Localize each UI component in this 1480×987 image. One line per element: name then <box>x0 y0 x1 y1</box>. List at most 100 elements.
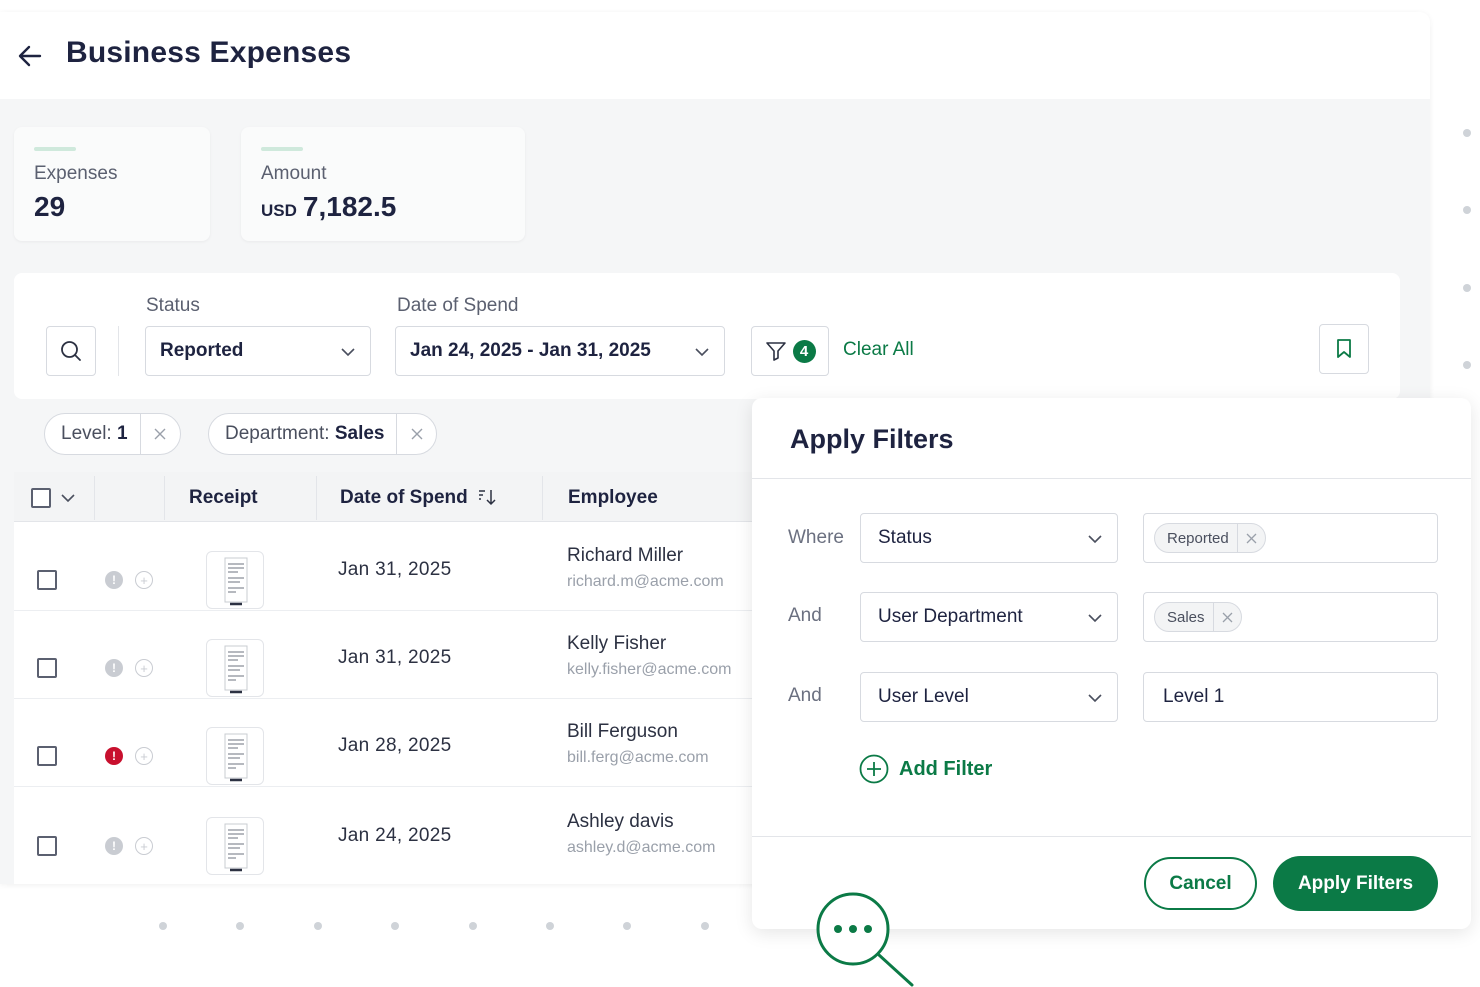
warning-icon: ! <box>105 659 123 677</box>
active-filter-count-badge: 4 <box>792 339 816 363</box>
row-checkbox[interactable] <box>37 836 57 856</box>
employee-email: kelly.fisher@acme.com <box>567 661 732 678</box>
date-of-spend: Jan 24, 2025 <box>338 825 452 846</box>
bg-dot <box>159 922 167 930</box>
condition-value-field[interactable]: Sales <box>1143 592 1438 642</box>
chevron-down-icon[interactable] <box>60 490 76 506</box>
select-all-checkbox[interactable] <box>31 488 51 508</box>
employee-name: Ashley davis <box>567 811 674 832</box>
apply-filters-dialog: Apply Filters Where Status Reported And … <box>752 398 1471 929</box>
add-circle-icon[interactable]: + <box>135 659 153 677</box>
bg-dot <box>623 922 631 930</box>
status-select[interactable]: Reported <box>145 326 371 376</box>
chip-text: Department: Sales <box>209 423 396 445</box>
warning-icon: ! <box>105 571 123 589</box>
employee-email: richard.m@acme.com <box>567 573 724 590</box>
remove-tag-button[interactable] <box>1236 524 1265 552</box>
chevron-down-icon <box>1088 694 1102 703</box>
close-icon <box>1246 533 1257 543</box>
stat-label: Amount <box>261 163 327 184</box>
cancel-button[interactable]: Cancel <box>1144 857 1257 910</box>
condition-value-field[interactable]: Level 1 <box>1143 672 1438 722</box>
search-icon <box>61 341 81 361</box>
chip-key: Department: <box>225 423 330 444</box>
date-of-spend: Jan 31, 2025 <box>338 559 452 580</box>
chip-key: Level: <box>61 423 112 444</box>
amount-value: 7,182.5 <box>302 191 397 222</box>
apply-filters-button[interactable]: Apply Filters <box>1273 856 1438 911</box>
field-select-value: User Department <box>878 606 1023 627</box>
column-header-employee: Employee <box>568 487 658 508</box>
clear-all-link[interactable]: Clear All <box>843 339 914 361</box>
condition-field-select[interactable]: Status <box>860 513 1118 563</box>
page-title: Business Expenses <box>66 36 352 69</box>
status-select-value: Reported <box>160 340 244 361</box>
magnifier-chat-icon <box>816 892 914 987</box>
receipt-icon <box>224 823 248 872</box>
remove-chip-button[interactable] <box>139 414 180 454</box>
page-header: Business Expenses <box>0 12 1430 99</box>
bookmark-icon <box>1337 339 1351 358</box>
bg-dot <box>391 922 399 930</box>
bg-dot <box>1463 206 1471 214</box>
date-of-spend: Jan 31, 2025 <box>338 647 452 668</box>
filter-chip-department: Department: Sales <box>208 413 438 455</box>
filters-button[interactable]: 4 <box>751 326 829 376</box>
table-row[interactable]: ! + Jan 31, 2025 Richard Miller richard.… <box>14 523 754 611</box>
chevron-down-icon <box>1088 535 1102 544</box>
table-row[interactable]: ! + Jan 31, 2025 Kelly Fisher kelly.fish… <box>14 611 754 699</box>
receipt-thumbnail[interactable] <box>206 551 264 609</box>
employee-email: ashley.d@acme.com <box>567 839 716 856</box>
column-header-date[interactable]: Date of Spend <box>340 487 468 509</box>
bg-dot <box>1463 129 1471 137</box>
add-circle-icon <box>859 754 889 784</box>
row-checkbox[interactable] <box>37 746 57 766</box>
add-circle-icon[interactable]: + <box>135 571 153 589</box>
column-header-receipt: Receipt <box>189 487 258 508</box>
add-circle-icon[interactable]: + <box>135 747 153 765</box>
remove-tag-button[interactable] <box>1212 603 1241 631</box>
employee-email: bill.ferg@acme.com <box>567 749 709 766</box>
date-of-spend: Jan 28, 2025 <box>338 735 452 756</box>
value-tag: Sales <box>1154 602 1242 632</box>
dialog-footer-divider <box>752 836 1471 837</box>
row-checkbox[interactable] <box>37 570 57 590</box>
remove-chip-button[interactable] <box>396 414 436 454</box>
table-row[interactable]: ! + Jan 24, 2025 Ashley davis ashley.d@a… <box>14 787 754 875</box>
condition-connector: And <box>788 685 822 706</box>
receipt-thumbnail[interactable] <box>206 817 264 875</box>
row-checkbox[interactable] <box>37 658 57 678</box>
add-filter-button[interactable]: Add Filter <box>859 754 992 784</box>
condition-field-select[interactable]: User Department <box>860 592 1118 642</box>
receipt-icon <box>224 733 248 782</box>
currency-unit: USD <box>261 201 297 220</box>
sort-icon[interactable] <box>477 488 497 506</box>
receipt-thumbnail[interactable] <box>206 727 264 785</box>
employee-name: Richard Miller <box>567 545 684 566</box>
date-range-select[interactable]: Jan 24, 2025 - Jan 31, 2025 <box>395 326 725 376</box>
save-view-button[interactable] <box>1319 324 1369 374</box>
stat-label: Expenses <box>34 163 118 184</box>
receipt-thumbnail[interactable] <box>206 639 264 697</box>
stat-accent-bar <box>34 147 76 151</box>
condition-connector: Where <box>788 527 844 548</box>
amount-stat-card: Amount USD 7,182.5 <box>241 127 525 241</box>
toolbar-divider <box>118 326 119 376</box>
close-icon <box>154 428 166 440</box>
filter-bar: Status Date of Spend Reported Jan 24, 20… <box>14 273 1400 399</box>
condition-value-field[interactable]: Reported <box>1143 513 1438 563</box>
expenses-stat-card: Expenses 29 <box>14 127 210 241</box>
back-arrow-icon[interactable] <box>16 42 44 70</box>
table-row[interactable]: ! + Jan 28, 2025 Bill Ferguson bill.ferg… <box>14 699 754 787</box>
close-icon <box>1222 612 1232 622</box>
employee-name: Bill Ferguson <box>567 721 678 742</box>
condition-field-select[interactable]: User Level <box>860 672 1118 722</box>
chip-value: Sales <box>334 423 385 444</box>
column-divider <box>316 476 317 520</box>
add-circle-icon[interactable]: + <box>135 837 153 855</box>
chevron-down-icon <box>1088 614 1102 623</box>
bg-dot <box>469 922 477 930</box>
search-button[interactable] <box>46 326 96 376</box>
field-select-value: Status <box>878 527 932 548</box>
dialog-title: Apply Filters <box>790 424 954 454</box>
